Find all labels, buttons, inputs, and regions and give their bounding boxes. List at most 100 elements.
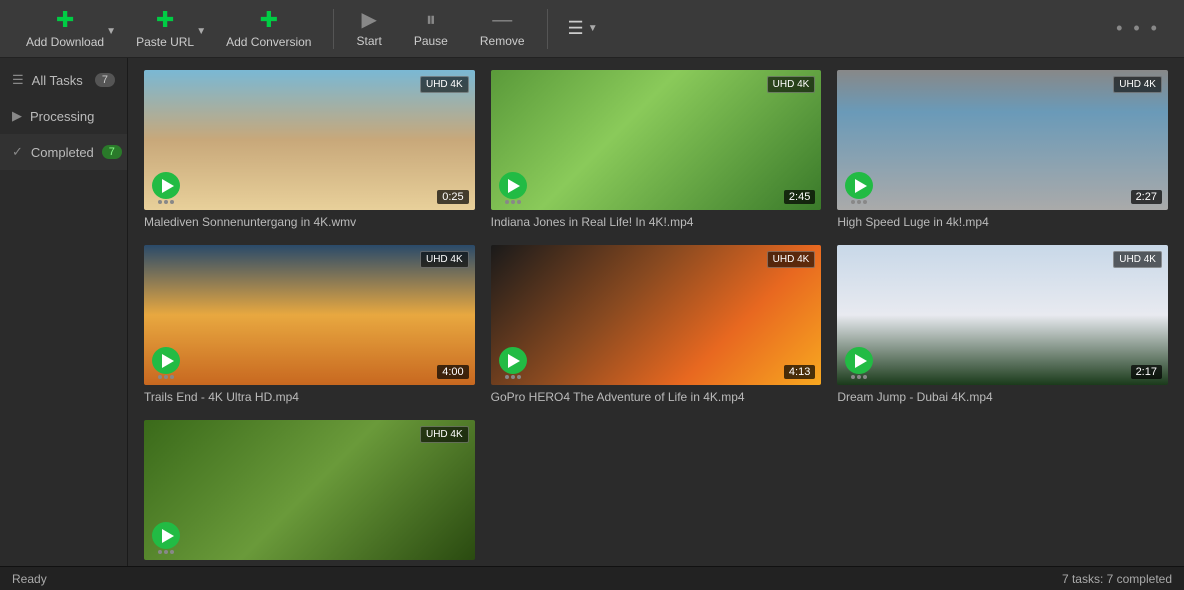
remove-icon: — — [492, 10, 512, 30]
dropdown-arrow-icon: ▼ — [106, 26, 116, 37]
more-options-button[interactable]: • • • — [1102, 12, 1174, 45]
play-triangle-6 — [855, 354, 867, 368]
play-triangle-3 — [855, 179, 867, 193]
play-circle-5 — [499, 347, 527, 374]
add-conversion-label: Add Conversion — [226, 35, 311, 49]
play-triangle-1 — [162, 179, 174, 193]
play-circle-4 — [152, 347, 180, 374]
uhd-badge-4: UHD 4K — [420, 251, 469, 268]
video-thumb-1: UHD 4K 0:25 — [144, 70, 475, 210]
play-overlay-6 — [843, 347, 875, 379]
video-title-4: Trails End - 4K Ultra HD.mp4 — [144, 390, 475, 404]
check-icon: ✓ — [12, 144, 23, 160]
toolbar: ✚ Add Download ▼ ✚ Paste URL ▼ ✚ Add Con… — [0, 0, 1184, 58]
video-thumb-7: UHD 4K — [144, 420, 475, 560]
list-icon: ☰ — [12, 72, 24, 88]
video-thumb-6: UHD 4K 2:17 — [837, 245, 1168, 385]
play-dots-5 — [505, 375, 521, 379]
remove-label: Remove — [480, 34, 525, 48]
sidebar-item-completed[interactable]: ✓ Completed 7 — [0, 134, 127, 170]
play-dots-4 — [158, 375, 174, 379]
paste-url-button[interactable]: ✚ Paste URL ▼ — [120, 3, 210, 55]
all-tasks-badge: 7 — [95, 73, 115, 87]
play-overlay-7 — [150, 522, 182, 554]
dropdown-arrow-icon-2: ▼ — [196, 26, 206, 37]
video-thumb-4: UHD 4K 4:00 — [144, 245, 475, 385]
play-triangle-7 — [162, 529, 174, 543]
uhd-badge-3: UHD 4K — [1113, 76, 1162, 93]
video-card-2[interactable]: UHD 4K 2:45 Indiana Jones in Real Life! … — [491, 70, 822, 229]
video-duration-5: 4:13 — [784, 365, 815, 379]
video-card-3[interactable]: UHD 4K 2:27 High Speed Luge in 4k!.mp4 — [837, 70, 1168, 229]
play-triangle-5 — [508, 354, 520, 368]
uhd-badge-6: UHD 4K — [1113, 251, 1162, 268]
sidebar-completed-label: Completed — [31, 145, 94, 160]
divider-2 — [547, 9, 548, 49]
uhd-badge-2: UHD 4K — [767, 76, 816, 93]
play-overlay-4 — [150, 347, 182, 379]
video-card-7[interactable]: UHD 4K Bird 4K.mp4 — [144, 420, 475, 566]
plus-icon-3: ✚ — [260, 9, 278, 31]
sidebar-item-processing[interactable]: ▶ Processing — [0, 98, 127, 134]
video-card-6[interactable]: UHD 4K 2:17 Dream Jump - Dubai 4K.mp4 — [837, 245, 1168, 404]
video-duration-3: 2:27 — [1131, 190, 1162, 204]
video-title-1: Malediven Sonnenuntergang in 4K.wmv — [144, 215, 475, 229]
video-title-6: Dream Jump - Dubai 4K.mp4 — [837, 390, 1168, 404]
play-circle-7 — [152, 522, 180, 549]
video-thumb-2: UHD 4K 2:45 — [491, 70, 822, 210]
play-overlay-2 — [497, 172, 529, 204]
menu-icon: ☰ — [568, 18, 584, 39]
divider-1 — [333, 9, 334, 49]
add-download-label: Add Download — [26, 35, 104, 49]
statusbar: Ready 7 tasks: 7 completed — [0, 566, 1184, 590]
pause-button[interactable]: ⏸ Pause — [398, 4, 464, 54]
pause-icon: ⏸ — [426, 10, 436, 30]
video-grid: UHD 4K 0:25 Malediven Sonnenuntergang in… — [128, 58, 1184, 566]
play-circle-1 — [152, 172, 180, 199]
play-circle-6 — [845, 347, 873, 374]
play-overlay-3 — [843, 172, 875, 204]
add-download-button[interactable]: ✚ Add Download ▼ — [10, 3, 120, 55]
sidebar-item-all-tasks[interactable]: ☰ All Tasks 7 — [0, 62, 127, 98]
video-title-3: High Speed Luge in 4k!.mp4 — [837, 215, 1168, 229]
add-conversion-button[interactable]: ✚ Add Conversion — [210, 3, 327, 55]
paste-url-label: Paste URL — [136, 35, 194, 49]
menu-button[interactable]: ☰ ▼ — [554, 12, 612, 45]
completed-badge: 7 — [102, 145, 122, 159]
play-triangle-2 — [508, 179, 520, 193]
video-thumb-5: UHD 4K 4:13 — [491, 245, 822, 385]
main-container: ☰ All Tasks 7 ▶ Processing ✓ Completed 7… — [0, 58, 1184, 566]
video-card-1[interactable]: UHD 4K 0:25 Malediven Sonnenuntergang in… — [144, 70, 475, 229]
pause-label: Pause — [414, 34, 448, 48]
play-dots-1 — [158, 200, 174, 204]
sidebar-all-tasks-label: All Tasks — [32, 73, 83, 88]
remove-button[interactable]: — Remove — [464, 4, 541, 54]
video-duration-1: 0:25 — [437, 190, 468, 204]
sidebar-processing-label: Processing — [30, 109, 94, 124]
video-duration-6: 2:17 — [1131, 365, 1162, 379]
start-label: Start — [356, 34, 381, 48]
play-triangle-4 — [162, 354, 174, 368]
video-duration-2: 2:45 — [784, 190, 815, 204]
video-title-2: Indiana Jones in Real Life! In 4K!.mp4 — [491, 215, 822, 229]
sidebar: ☰ All Tasks 7 ▶ Processing ✓ Completed 7 — [0, 58, 128, 566]
uhd-badge-7: UHD 4K — [420, 426, 469, 443]
play-overlay-1 — [150, 172, 182, 204]
play-overlay-5 — [497, 347, 529, 379]
play-dots-7 — [158, 550, 174, 554]
uhd-badge-1: UHD 4K — [420, 76, 469, 93]
play-dots-3 — [851, 200, 867, 204]
menu-arrow: ▼ — [588, 23, 598, 34]
play-circle-2 — [499, 172, 527, 199]
uhd-badge-5: UHD 4K — [767, 251, 816, 268]
statusbar-tasks: 7 tasks: 7 completed — [1062, 572, 1172, 586]
video-title-5: GoPro HERO4 The Adventure of Life in 4K.… — [491, 390, 822, 404]
play-dots-2 — [505, 200, 521, 204]
video-card-5[interactable]: UHD 4K 4:13 GoPro HERO4 The Adventure of… — [491, 245, 822, 404]
video-card-4[interactable]: UHD 4K 4:00 Trails End - 4K Ultra HD.mp4 — [144, 245, 475, 404]
start-button[interactable]: ▶ Start — [340, 4, 397, 54]
video-duration-4: 4:00 — [437, 365, 468, 379]
play-icon: ▶ — [12, 108, 22, 124]
plus-icon: ✚ — [56, 9, 74, 31]
play-circle-3 — [845, 172, 873, 199]
